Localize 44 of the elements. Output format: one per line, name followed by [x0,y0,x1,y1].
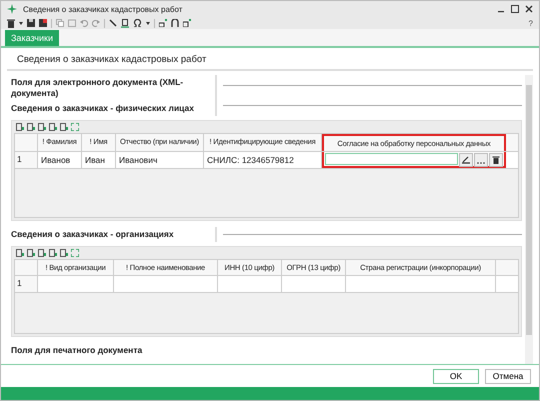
help-button[interactable]: ? [528,18,533,28]
row-tool-icon[interactable] [27,123,35,131]
trash-icon[interactable] [7,18,15,28]
superscript-icon[interactable] [183,19,191,27]
section-heading: Поля для печатного документа [11,345,144,356]
dialog-button[interactable]: OK [433,368,479,384]
pen-icon[interactable] [109,19,117,27]
save-icon[interactable] [27,19,35,27]
row-tool-icon[interactable] [60,123,68,131]
row-tool-icon[interactable] [38,249,46,257]
table-cell: Иванов [38,152,82,168]
table-cell: Иван [82,152,116,168]
scrollbar[interactable] [525,75,533,364]
consent-input-field[interactable] [325,153,458,165]
subscript-icon[interactable] [159,19,167,27]
document-icon[interactable] [121,18,129,28]
row-tool-icon[interactable] [60,249,68,257]
expand-icon[interactable] [71,123,79,131]
app-logo-icon [7,4,17,14]
trash-icon[interactable] [489,153,503,167]
save-close-icon[interactable] [39,19,47,27]
section-heading: Сведения о заказчиках - организациях [11,229,175,240]
table-cell: СНИЛС: 12346579812 [204,152,322,168]
row-tool-icon[interactable] [16,123,24,131]
row-tool-icon[interactable] [49,249,57,257]
maximize-icon[interactable] [511,5,519,13]
row-tool-icon[interactable] [16,249,24,257]
row-number: 1 [15,152,38,168]
window-title: Сведения о заказчиках кадастровых работ [23,4,182,14]
dropdown-caret-icon[interactable] [19,22,23,24]
row-number: 1 [15,276,38,292]
dialog-button[interactable]: Отмена [485,368,531,384]
row-tool-icon[interactable] [27,249,35,257]
close-icon[interactable] [525,5,533,13]
page-title: Сведения о заказчиках кадастровых работ [7,48,533,71]
dropdown-caret-icon[interactable] [146,22,150,24]
section-heading: Сведения о заказчиках - физических лицах [11,103,195,114]
section-heading: Поля для электронного документа (XML-документа) [11,77,184,99]
sign-icon[interactable] [459,153,473,167]
row-tool-icon[interactable] [49,123,57,131]
expand-icon[interactable] [71,249,79,257]
table-cell: Иванович [116,152,204,168]
omega-icon[interactable] [133,19,142,27]
row-tool-icon[interactable] [38,123,46,131]
